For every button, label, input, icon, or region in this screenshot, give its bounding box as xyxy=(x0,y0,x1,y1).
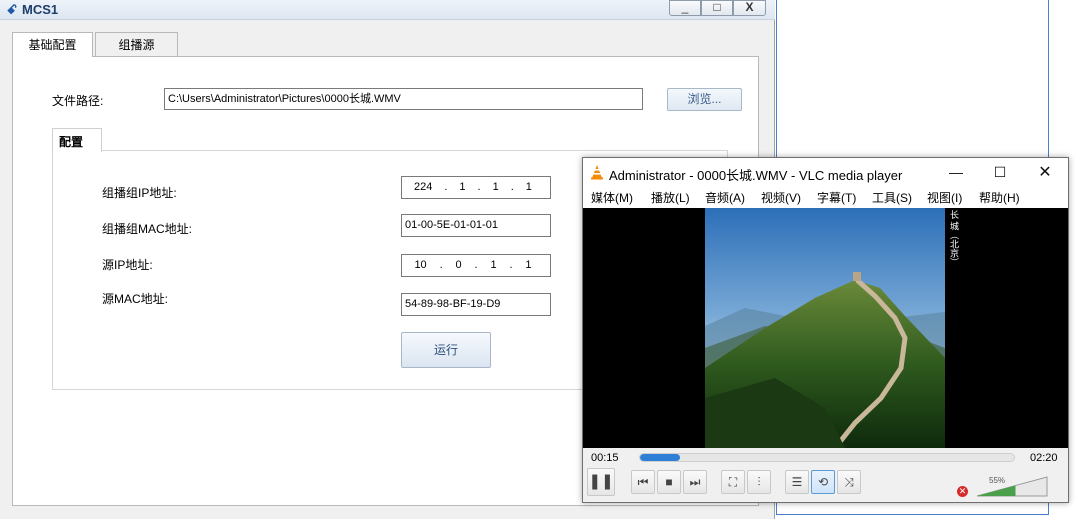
ip-octet: 10 xyxy=(414,259,427,271)
playlist-icon[interactable]: ☰ xyxy=(785,470,809,494)
video-area[interactable]: 长 城（北京） xyxy=(583,208,1068,448)
vlc-menubar: 媒体(M) 播放(L) 音频(A) 视频(V) 字幕(T) 工具(S) 视图(I… xyxy=(583,187,1068,208)
menu-help[interactable]: 帮助(H) xyxy=(979,189,1020,206)
volume-percent: 55% xyxy=(989,476,1006,485)
app-logo-icon: ꗃ xyxy=(6,2,18,17)
browse-button[interactable]: 浏览... xyxy=(667,88,742,111)
video-caption: 长 城（北京） xyxy=(949,210,959,267)
seek-progress xyxy=(640,454,681,461)
menu-view[interactable]: 视图(I) xyxy=(927,189,962,206)
vlc-window: Administrator - 0000长城.WMV - VLC media p… xyxy=(582,157,1069,503)
previous-icon[interactable]: ⏮ xyxy=(631,470,655,494)
window-title: MCS1 xyxy=(22,2,59,17)
great-wall-video-frame xyxy=(705,208,945,448)
ip-octet: 224 xyxy=(414,181,433,193)
volume-slider[interactable] xyxy=(975,475,1050,497)
run-button[interactable]: 运行 xyxy=(401,332,491,368)
shuffle-icon[interactable]: ⤨ xyxy=(837,470,861,494)
menu-tools[interactable]: 工具(S) xyxy=(872,189,912,206)
group-ip-label: 组播组IP地址: xyxy=(102,186,177,200)
mute-icon[interactable]: ✕ xyxy=(957,486,968,497)
group-mac-label: 组播组MAC地址: xyxy=(102,222,193,236)
group-ip-field[interactable]: 224. 1. 1. 1 xyxy=(401,176,551,199)
src-mac-field[interactable]: 54-89-98-BF-19-D9 xyxy=(401,293,551,316)
menu-audio[interactable]: 音频(A) xyxy=(705,189,745,206)
src-ip-label: 源IP地址: xyxy=(102,258,153,272)
vlc-titlebar[interactable]: Administrator - 0000长城.WMV - VLC media p… xyxy=(583,158,1068,187)
close-button[interactable]: X xyxy=(733,0,766,16)
stop-icon[interactable]: ■ xyxy=(657,470,681,494)
src-mac-label: 源MAC地址: xyxy=(102,292,169,306)
next-icon[interactable]: ⏭ xyxy=(683,470,707,494)
vlc-close-button[interactable]: ✕ xyxy=(1022,158,1068,187)
ip-octet: 1 xyxy=(459,181,466,193)
vlc-maximize-button[interactable]: ☐ xyxy=(977,158,1023,187)
menu-media[interactable]: 媒体(M) xyxy=(591,189,633,206)
elapsed-time: 00:15 xyxy=(591,452,619,464)
loop-icon[interactable]: ⟲ xyxy=(811,470,835,494)
menu-subtitle[interactable]: 字幕(T) xyxy=(817,189,856,206)
menu-video[interactable]: 视频(V) xyxy=(761,189,801,206)
file-path-label: 文件路径: xyxy=(52,94,104,108)
extended-settings-icon[interactable]: ⫶ xyxy=(747,470,771,494)
ip-octet: 0 xyxy=(455,259,462,271)
minimize-button[interactable]: _ xyxy=(669,0,701,16)
tab-basic-config[interactable]: 基础配置 xyxy=(12,32,93,57)
fullscreen-icon[interactable]: ⛶ xyxy=(721,470,745,494)
ip-octet: 1 xyxy=(492,181,499,193)
ip-octet: 1 xyxy=(525,181,532,193)
ip-octet: 1 xyxy=(525,259,532,271)
file-path-input[interactable]: C:\Users\Administrator\Pictures\0000长城.W… xyxy=(164,88,643,110)
pause-button[interactable]: ❚❚ xyxy=(587,468,615,496)
ip-octet: 1 xyxy=(490,259,497,271)
src-ip-field[interactable]: 10. 0. 1. 1 xyxy=(401,254,551,277)
vlc-cone-icon xyxy=(591,165,603,180)
config-section-title: 配置 xyxy=(52,128,102,152)
vlc-window-title: Administrator - 0000长城.WMV - VLC media p… xyxy=(609,168,903,183)
group-mac-field[interactable]: 01-00-5E-01-01-01 xyxy=(401,214,551,237)
menu-playback[interactable]: 播放(L) xyxy=(651,189,690,206)
vlc-minimize-button[interactable]: — xyxy=(933,158,979,187)
total-time: 02:20 xyxy=(1030,452,1058,464)
tab-multicast-source[interactable]: 组播源 xyxy=(95,32,178,56)
mcs-titlebar[interactable]: ꗃ MCS1 _ □ X xyxy=(0,0,775,20)
seek-bar[interactable] xyxy=(639,453,1015,462)
maximize-button[interactable]: □ xyxy=(701,0,733,16)
